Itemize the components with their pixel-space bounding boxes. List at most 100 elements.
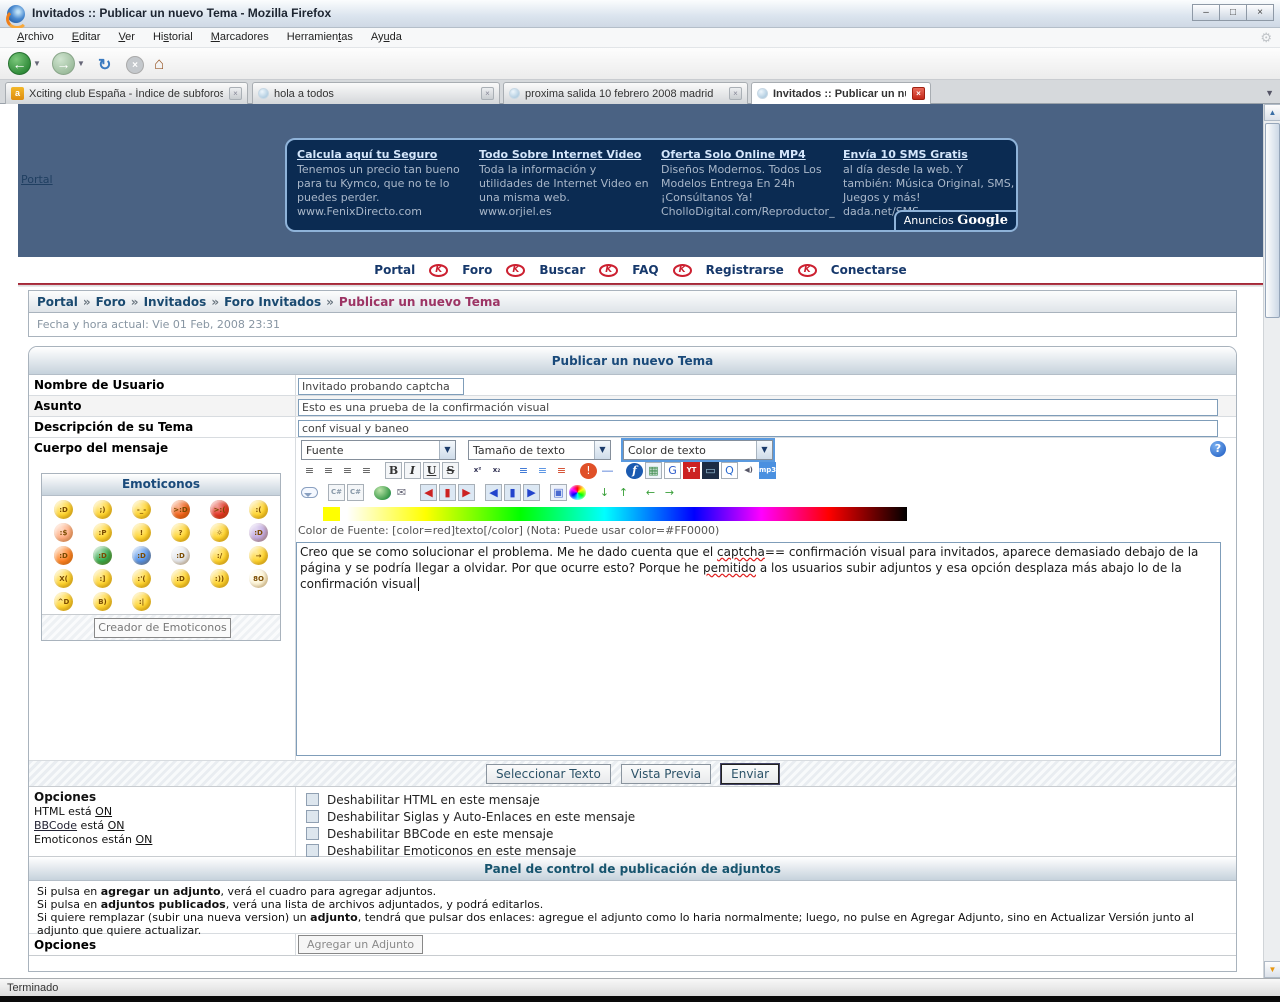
- emoticon-redface[interactable]: :$: [54, 523, 73, 542]
- move-right-icon[interactable]: →: [661, 484, 678, 501]
- align-right-icon[interactable]: ≡: [339, 462, 356, 479]
- emoticon-exclaim[interactable]: !: [132, 523, 151, 542]
- scroll-down-arrow[interactable]: ▼: [1264, 961, 1280, 978]
- quicktime-icon[interactable]: Q: [721, 462, 738, 479]
- checkbox-2[interactable]: [306, 810, 319, 823]
- select-color-de-texto[interactable]: Color de texto▼: [623, 440, 773, 460]
- select-fuente[interactable]: Fuente▼: [301, 440, 456, 460]
- emoticon-arrow[interactable]: →: [249, 546, 268, 565]
- underline-icon[interactable]: U: [423, 462, 440, 479]
- emoticon-rolleyes[interactable]: :|: [132, 592, 151, 611]
- nav-link-portal[interactable]: Portal: [374, 263, 415, 277]
- code-icon[interactable]: C#: [328, 484, 345, 501]
- description-input[interactable]: [298, 420, 1218, 437]
- subscript-icon[interactable]: x₂: [488, 462, 505, 479]
- emoticon-laughing[interactable]: :)): [210, 569, 229, 588]
- stop-button[interactable]: ×: [126, 56, 144, 74]
- emoticon-question[interactable]: ?: [171, 523, 190, 542]
- scrollbar-thumb[interactable]: [1265, 123, 1280, 318]
- code-alt-icon[interactable]: C#: [347, 484, 364, 501]
- color-gradient-bar[interactable]: [347, 507, 907, 521]
- image-icon[interactable]: ▦: [645, 462, 662, 479]
- menu-herramientas[interactable]: Herramientas: [278, 28, 362, 46]
- img-float-right-red-icon[interactable]: ▶: [458, 484, 475, 501]
- superscript-icon[interactable]: x²: [469, 462, 486, 479]
- menu-historial[interactable]: Historial: [144, 28, 202, 46]
- vertical-scrollbar[interactable]: ▲ ▼: [1263, 104, 1280, 978]
- align-justify-icon[interactable]: ≡: [358, 462, 375, 479]
- emoticon-neutral-dash[interactable]: -_-: [132, 500, 151, 519]
- mp3-icon[interactable]: mp3: [759, 462, 776, 479]
- tab-close-icon[interactable]: ×: [229, 87, 242, 100]
- enviar-button[interactable]: Enviar: [721, 764, 779, 784]
- img-float-right-blue-icon[interactable]: ▶: [523, 484, 540, 501]
- forward-button[interactable]: →▼: [52, 52, 85, 75]
- horizontal-rule-icon[interactable]: ―: [599, 462, 616, 479]
- strike-icon[interactable]: S: [442, 462, 459, 479]
- select-tamaño-de-texto[interactable]: Tamaño de texto▼: [468, 440, 611, 460]
- italic-icon[interactable]: I: [404, 462, 421, 479]
- img-float-left-blue-icon[interactable]: ◀: [485, 484, 502, 501]
- minimize-button[interactable]: –: [1192, 4, 1220, 21]
- link-globe-icon[interactable]: [374, 486, 391, 500]
- nav-link-buscar[interactable]: Buscar: [539, 263, 585, 277]
- gallery-icon[interactable]: ▣: [550, 484, 567, 501]
- message-textarea[interactable]: Creo que se como solucionar el problema.…: [296, 542, 1221, 756]
- menu-marcadores[interactable]: Marcadores: [202, 28, 278, 46]
- emoticon-grin-orange[interactable]: :D: [54, 546, 73, 565]
- tab-2[interactable]: hola a todos×: [252, 82, 500, 104]
- nav-link-conectarse[interactable]: Conectarse: [831, 263, 907, 277]
- tab-4[interactable]: Invitados :: Publicar un nuevo Te...×: [751, 82, 931, 104]
- tab-3[interactable]: proxima salida 10 febrero 2008 madrid×: [503, 82, 748, 104]
- selected-color-swatch[interactable]: [323, 507, 340, 521]
- emoticon-grin-purple[interactable]: :D: [249, 523, 268, 542]
- ad-title-link[interactable]: Todo Sobre Internet Video: [479, 148, 651, 162]
- tab-close-icon[interactable]: ×: [729, 87, 742, 100]
- breadcrumb-link[interactable]: Invitados: [144, 295, 207, 309]
- emoticon-lol[interactable]: ^D: [54, 592, 73, 611]
- tab-close-icon[interactable]: ×: [481, 87, 494, 100]
- ad-title-link[interactable]: Oferta Solo Online MP4: [661, 148, 833, 162]
- nav-link-foro[interactable]: Foro: [462, 263, 492, 277]
- close-button[interactable]: ×: [1246, 4, 1274, 21]
- emoticon-grin-green[interactable]: :D: [93, 546, 112, 565]
- color-wheel-icon[interactable]: [569, 485, 586, 500]
- menu-editar[interactable]: Editar: [63, 28, 110, 46]
- emoticon-creator-button[interactable]: Creador de Emoticonos: [94, 618, 231, 638]
- align-center-icon[interactable]: ≡: [320, 462, 337, 479]
- emoticon-sad[interactable]: :(: [249, 500, 268, 519]
- exclaim-icon[interactable]: !: [580, 463, 597, 479]
- maximize-button[interactable]: □: [1219, 4, 1247, 21]
- tab-overflow-dropdown[interactable]: ▼: [1265, 88, 1274, 98]
- breadcrumb-link[interactable]: Portal: [37, 295, 78, 309]
- speaker-icon[interactable]: ◀): [740, 462, 757, 479]
- portal-link-top[interactable]: Portal: [21, 173, 53, 186]
- img-center-blue-icon[interactable]: ▮: [504, 484, 521, 501]
- emoticon-smug[interactable]: :]: [93, 569, 112, 588]
- emoticon-idea[interactable]: ☼: [210, 523, 229, 542]
- email-icon[interactable]: ✉: [393, 484, 410, 501]
- bold-icon[interactable]: B: [385, 462, 402, 479]
- emoticon-grin-silver[interactable]: :D: [171, 546, 190, 565]
- bbcode-link[interactable]: BBCode: [34, 819, 77, 832]
- img-center-red-icon[interactable]: ▮: [439, 484, 456, 501]
- youtube-icon[interactable]: YT: [683, 462, 700, 479]
- reload-button[interactable]: ↻: [98, 55, 111, 75]
- add-attachment-button[interactable]: Agregar un Adjunto: [298, 935, 423, 954]
- list-bullet-icon[interactable]: ≡: [515, 462, 532, 479]
- breadcrumb-link[interactable]: Foro Invitados: [224, 295, 321, 309]
- emoticon-cool[interactable]: B): [93, 592, 112, 611]
- emoticon-very-happy[interactable]: :D: [171, 569, 190, 588]
- emoticon-cry[interactable]: :'(: [132, 569, 151, 588]
- tab-close-icon[interactable]: ×: [912, 87, 925, 100]
- ad-title-link[interactable]: Envía 10 SMS Gratis: [843, 148, 1015, 162]
- home-button[interactable]: ⌂: [154, 54, 164, 74]
- emoticon-grin[interactable]: :D: [54, 500, 73, 519]
- tab-1[interactable]: aXciting club España - Índice de subforo…: [5, 82, 248, 104]
- nav-link-registrarse[interactable]: Registrarse: [706, 263, 784, 277]
- emoticon-evil[interactable]: >:(: [210, 500, 229, 519]
- img-float-left-red-icon[interactable]: ◀: [420, 484, 437, 501]
- google-video-icon[interactable]: G: [664, 462, 681, 479]
- subject-input[interactable]: [298, 399, 1218, 416]
- gear-icon[interactable]: ⚙: [1260, 30, 1272, 46]
